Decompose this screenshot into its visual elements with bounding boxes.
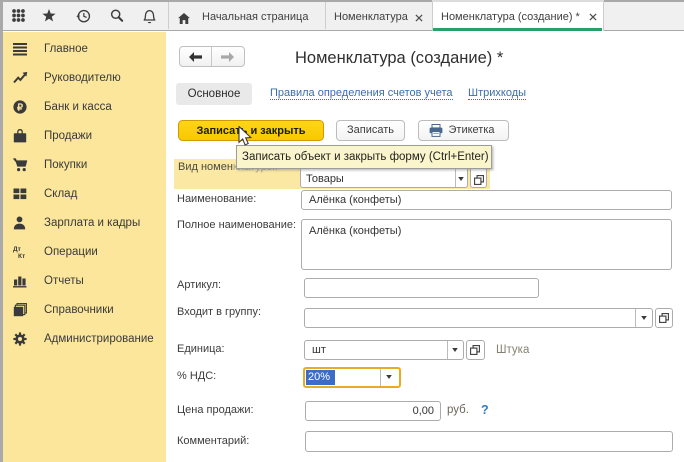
svg-text:Дт: Дт [13,246,21,253]
svg-text:Кт: Кт [18,253,25,259]
svg-text:₽: ₽ [17,102,24,113]
